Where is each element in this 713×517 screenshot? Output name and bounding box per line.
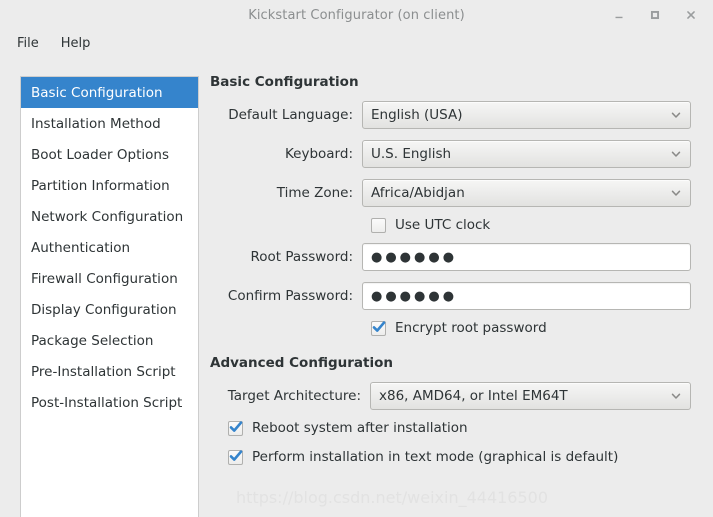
text-mode-installation-row[interactable]: Perform installation in text mode (graph… [210,449,691,465]
target-architecture-label: Target Architecture: [227,388,361,404]
sidebar-item-pre-installation-script[interactable]: Pre-Installation Script [21,356,198,387]
use-utc-clock-label: Use UTC clock [395,217,491,233]
window-title: Kickstart Configurator (on client) [248,7,465,23]
root-password-row: Root Password: ●●●●●● [210,242,691,272]
target-architecture-row: Target Architecture: x86, AMD64, or Inte… [210,381,691,411]
maximize-button[interactable] [647,7,663,23]
sidebar-item-label: Pre-Installation Script [31,363,176,380]
default-language-value: English (USA) [371,107,463,123]
window-controls [611,0,707,30]
sidebar-item-label: Network Configuration [31,208,184,225]
sidebar-container: Basic Configuration Installation Method … [0,56,200,517]
minimize-button[interactable] [611,7,627,23]
encrypt-root-password-label: Encrypt root password [395,320,547,336]
default-language-row: Default Language: English (USA) [210,100,691,130]
time-zone-row: Time Zone: Africa/Abidjan [210,178,691,208]
close-icon [687,11,695,19]
use-utc-clock-checkbox[interactable] [371,217,386,233]
sidebar-item-label: Installation Method [31,115,161,132]
sidebar-item-authentication[interactable]: Authentication [21,232,198,263]
sidebar-item-package-selection[interactable]: Package Selection [21,325,198,356]
keyboard-value: U.S. English [371,146,452,162]
sidebar-item-basic-configuration[interactable]: Basic Configuration [21,77,198,108]
keyboard-select[interactable]: U.S. English [362,140,691,168]
sidebar-item-installation-method[interactable]: Installation Method [21,108,198,139]
sidebar-item-network-configuration[interactable]: Network Configuration [21,201,198,232]
encrypt-root-password-row[interactable]: Encrypt root password [210,320,691,336]
sidebar-item-label: Display Configuration [31,301,177,318]
sidebar-item-post-installation-script[interactable]: Post-Installation Script [21,387,198,418]
default-language-select[interactable]: English (USA) [362,101,691,129]
confirm-password-input[interactable]: ●●●●●● [362,282,691,310]
sidebar-item-firewall-configuration[interactable]: Firewall Configuration [21,263,198,294]
text-mode-installation-checkbox[interactable] [228,449,243,465]
time-zone-value: Africa/Abidjan [371,185,465,201]
sidebar-item-label: Basic Configuration [31,84,163,101]
checkmark-icon [372,320,386,332]
sidebar-item-label: Package Selection [31,332,154,349]
target-architecture-value: x86, AMD64, or Intel EM64T [379,388,568,404]
checkmark-icon [229,449,243,461]
chevron-down-icon [670,390,682,402]
menu-bar: File Help [0,30,713,56]
sidebar-item-label: Authentication [31,239,131,256]
sidebar-item-label: Boot Loader Options [31,146,169,163]
sidebar-list[interactable]: Basic Configuration Installation Method … [20,76,199,517]
sidebar-item-label: Post-Installation Script [31,394,183,411]
title-bar: Kickstart Configurator (on client) [0,0,713,30]
target-architecture-select[interactable]: x86, AMD64, or Intel EM64T [370,382,691,410]
advanced-configuration-heading: Advanced Configuration [210,355,393,371]
sidebar-item-label: Firewall Configuration [31,270,178,287]
sidebar-item-boot-loader-options[interactable]: Boot Loader Options [21,139,198,170]
root-password-label: Root Password: [250,249,353,265]
minimize-icon [615,16,623,19]
reboot-after-installation-row[interactable]: Reboot system after installation [210,420,691,436]
sidebar-item-partition-information[interactable]: Partition Information [21,170,198,201]
chevron-down-icon [670,187,682,199]
keyboard-label: Keyboard: [284,146,353,162]
reboot-after-installation-label: Reboot system after installation [252,420,468,436]
sidebar-item-label: Partition Information [31,177,170,194]
sidebar-item-display-configuration[interactable]: Display Configuration [21,294,198,325]
menu-help[interactable]: Help [52,33,100,54]
encrypt-root-password-checkbox[interactable] [371,320,386,336]
basic-configuration-heading: Basic Configuration [210,74,359,90]
chevron-down-icon [670,148,682,160]
confirm-password-label: Confirm Password: [227,288,353,304]
maximize-icon [650,10,660,20]
checkmark-icon [229,420,243,432]
confirm-password-row: Confirm Password: ●●●●●● [210,281,691,311]
use-utc-clock-row[interactable]: Use UTC clock [210,217,691,233]
keyboard-row: Keyboard: U.S. English [210,139,691,169]
default-language-label: Default Language: [228,107,353,123]
menu-file[interactable]: File [8,33,48,54]
time-zone-select[interactable]: Africa/Abidjan [362,179,691,207]
root-password-value: ●●●●●● [371,249,458,265]
content-area: Basic Configuration Installation Method … [0,56,713,517]
main-panel: Basic Configuration Default Language: En… [200,56,713,517]
text-mode-installation-label: Perform installation in text mode (graph… [252,449,619,465]
close-button[interactable] [683,7,699,23]
root-password-input[interactable]: ●●●●●● [362,243,691,271]
chevron-down-icon [670,109,682,121]
time-zone-label: Time Zone: [276,185,353,201]
reboot-after-installation-checkbox[interactable] [228,420,243,436]
confirm-password-value: ●●●●●● [371,288,458,304]
